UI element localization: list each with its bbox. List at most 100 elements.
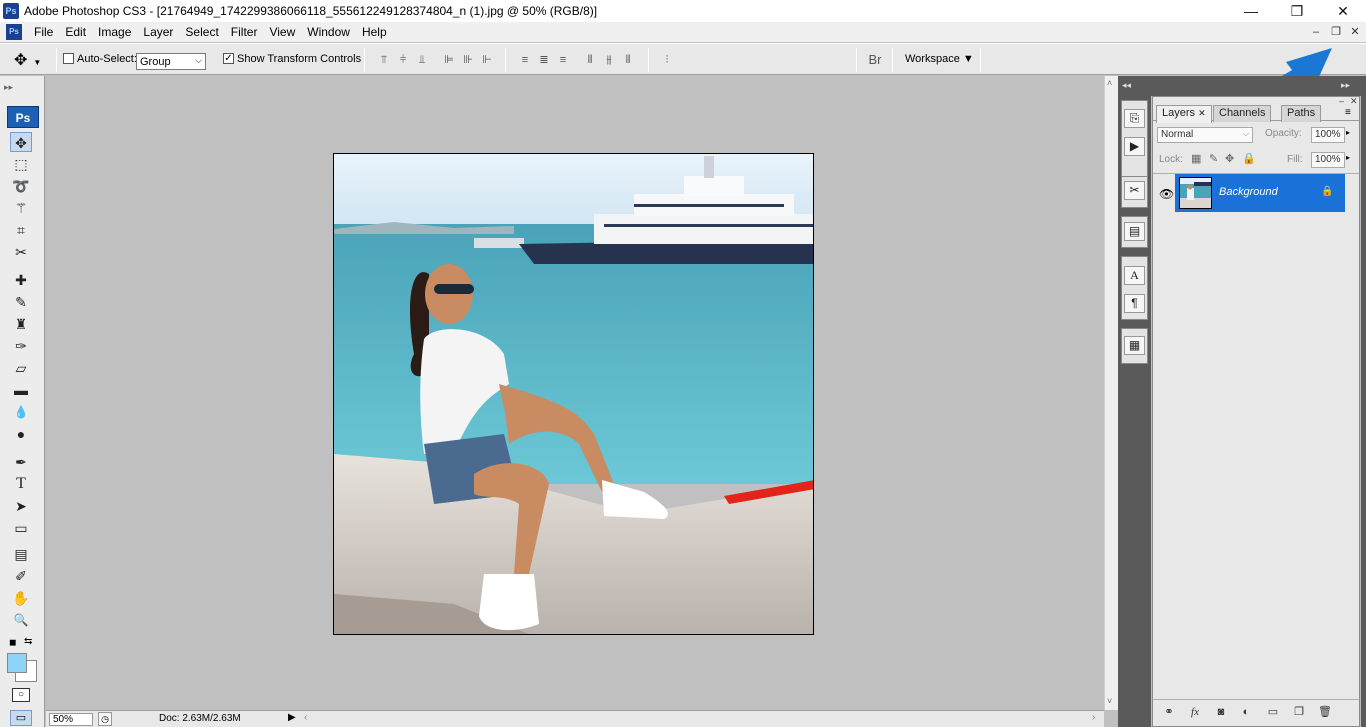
distribute-bottom-icon[interactable]: ≡ [555,53,571,67]
menu-image[interactable]: Image [92,24,137,40]
vertical-scrollbar[interactable]: ˄ ˅ [1104,76,1118,710]
eraser-tool[interactable]: ▱ [10,358,32,378]
tab-layers[interactable]: Layers ✕ [1156,105,1212,123]
new-group-icon[interactable]: ▭ [1265,705,1281,719]
bridge-icon[interactable]: Br [864,53,886,67]
pen-tool[interactable]: ✒ [10,452,32,472]
align-left-icon[interactable]: ⊫ [441,53,457,67]
layer-comps-icon[interactable]: ▤ [1124,222,1145,241]
document-icon[interactable]: Ps [6,24,22,40]
new-layer-icon[interactable]: ❐ [1291,705,1307,719]
panel-menu-icon[interactable]: ≡ [1345,107,1351,118]
foreground-color-swatch[interactable] [7,653,27,673]
visibility-eye-icon[interactable]: 👁 [1159,187,1174,201]
info-icon[interactable]: ▦ [1124,336,1145,355]
fill-field[interactable]: 100% [1311,152,1345,168]
show-transform-checkbox[interactable]: ✓ [223,53,234,64]
distribute-right-icon[interactable]: ⫴ [620,53,636,67]
move-tool[interactable]: ✥ [10,132,32,152]
notes-tool[interactable]: ▤ [10,544,32,564]
blend-mode-dropdown[interactable]: Normal ⌵ [1157,127,1253,143]
menu-help[interactable]: Help [356,24,393,40]
window-close-button[interactable]: ✕ [1320,0,1366,22]
align-vcenter-icon[interactable]: ⫩ [395,53,411,67]
document-close-button[interactable]: ✕ [1346,25,1364,39]
lock-image-icon[interactable]: ✎ [1209,152,1218,165]
status-preview-icon[interactable]: ◷ [98,712,112,726]
type-tool[interactable]: T [10,474,32,494]
scroll-down-icon[interactable]: ˅ [1107,696,1112,706]
lock-transparent-icon[interactable]: ▦ [1191,152,1201,165]
align-top-icon[interactable]: ⫪ [376,53,392,67]
lasso-tool[interactable]: ➰ [10,176,32,196]
scroll-left-icon[interactable]: ‹ [304,712,307,723]
history-brush-tool[interactable]: ✑ [10,336,32,356]
default-colors-icon[interactable]: ◼ [9,637,16,648]
layer-name[interactable]: Background [1219,186,1278,198]
document-image[interactable] [333,153,814,635]
screen-mode-icon[interactable]: ▭ [10,710,32,726]
auto-select-dropdown[interactable]: Group ⌵ [136,53,206,70]
crop-tool[interactable]: ⌗ [10,220,32,240]
layer-mask-icon[interactable]: ◙ [1213,705,1229,719]
workspace-button[interactable]: Workspace ▼ [905,53,974,65]
distribute-left-icon[interactable]: ⫴ [582,53,598,67]
menu-filter[interactable]: Filter [225,24,264,40]
zoom-tool[interactable]: 🔍 [10,610,32,630]
move-tool-preset-icon[interactable]: ✥ ▼ [14,50,41,70]
layer-style-icon[interactable]: fx [1187,705,1203,719]
window-minimize-button[interactable]: — [1228,0,1274,22]
healing-brush-tool[interactable]: ✚ [10,270,32,290]
opacity-arrow-icon[interactable]: ▸ [1346,128,1350,137]
tab-close-icon[interactable]: ✕ [1198,108,1206,118]
align-right-icon[interactable]: ⊩ [479,53,495,67]
quick-mask-icon[interactable]: ○ [12,688,30,702]
panel-expand-icon[interactable]: ▸▸ [1341,80,1350,91]
distribute-vcenter-icon[interactable]: ≣ [536,53,552,67]
opacity-field[interactable]: 100% [1311,127,1345,143]
lock-position-icon[interactable]: ✥ [1225,152,1234,165]
window-restore-button[interactable]: ❐ [1274,0,1320,22]
gradient-tool[interactable]: ▬ [10,380,32,400]
fill-arrow-icon[interactable]: ▸ [1346,153,1350,162]
quick-select-tool[interactable]: ⚚ [10,198,32,218]
slice-tool[interactable]: ✂ [10,242,32,262]
dodge-tool[interactable]: ● [10,424,32,444]
scroll-up-icon[interactable]: ˄ [1107,78,1112,88]
status-menu-arrow-icon[interactable]: ▶ [288,712,296,723]
link-layers-icon[interactable]: ⚭ [1161,705,1177,719]
character-icon[interactable]: A [1124,266,1145,285]
menu-window[interactable]: Window [301,24,356,40]
marquee-tool[interactable]: ⬚ [10,154,32,174]
swap-colors-icon[interactable]: ⇆ [24,636,32,647]
tab-paths[interactable]: Paths [1281,105,1322,122]
adjustment-layer-icon[interactable]: ◐ [1238,705,1254,719]
tab-channels[interactable]: Channels [1213,105,1272,122]
paragraph-icon[interactable]: ¶ [1124,294,1145,313]
history-icon[interactable]: ⎘ [1124,109,1145,128]
align-bottom-icon[interactable]: ⫫ [414,53,430,67]
layer-row-background[interactable]: Background 🔒 [1175,174,1345,212]
dock-collapse-icon[interactable]: ◂◂ [1122,80,1131,91]
scroll-right-icon[interactable]: › [1092,712,1095,723]
blur-tool[interactable]: 💧 [10,402,32,422]
menu-layer[interactable]: Layer [137,24,179,40]
menu-view[interactable]: View [263,24,301,40]
brush-tool[interactable]: ✎ [10,292,32,312]
menu-file[interactable]: File [28,24,59,40]
distribute-hcenter-icon[interactable]: ⫵ [601,53,617,67]
document-minimize-button[interactable]: – [1307,25,1325,39]
tool-presets-icon[interactable]: ✂ [1124,181,1145,200]
document-restore-button[interactable]: ❐ [1327,25,1345,39]
delete-layer-icon[interactable]: 🗑 [1317,705,1333,719]
path-select-tool[interactable]: ➤ [10,496,32,516]
distribute-top-icon[interactable]: ≡ [517,53,533,67]
auto-align-icon[interactable]: ⫶ [659,53,675,67]
clone-stamp-tool[interactable]: ♜ [10,314,32,334]
eyedropper-tool[interactable]: ✐ [10,566,32,586]
menu-edit[interactable]: Edit [59,24,92,40]
auto-select-checkbox[interactable] [63,53,74,64]
align-hcenter-icon[interactable]: ⊪ [460,53,476,67]
zoom-field[interactable]: 50% [49,713,93,726]
hand-tool[interactable]: ✋ [10,588,32,608]
